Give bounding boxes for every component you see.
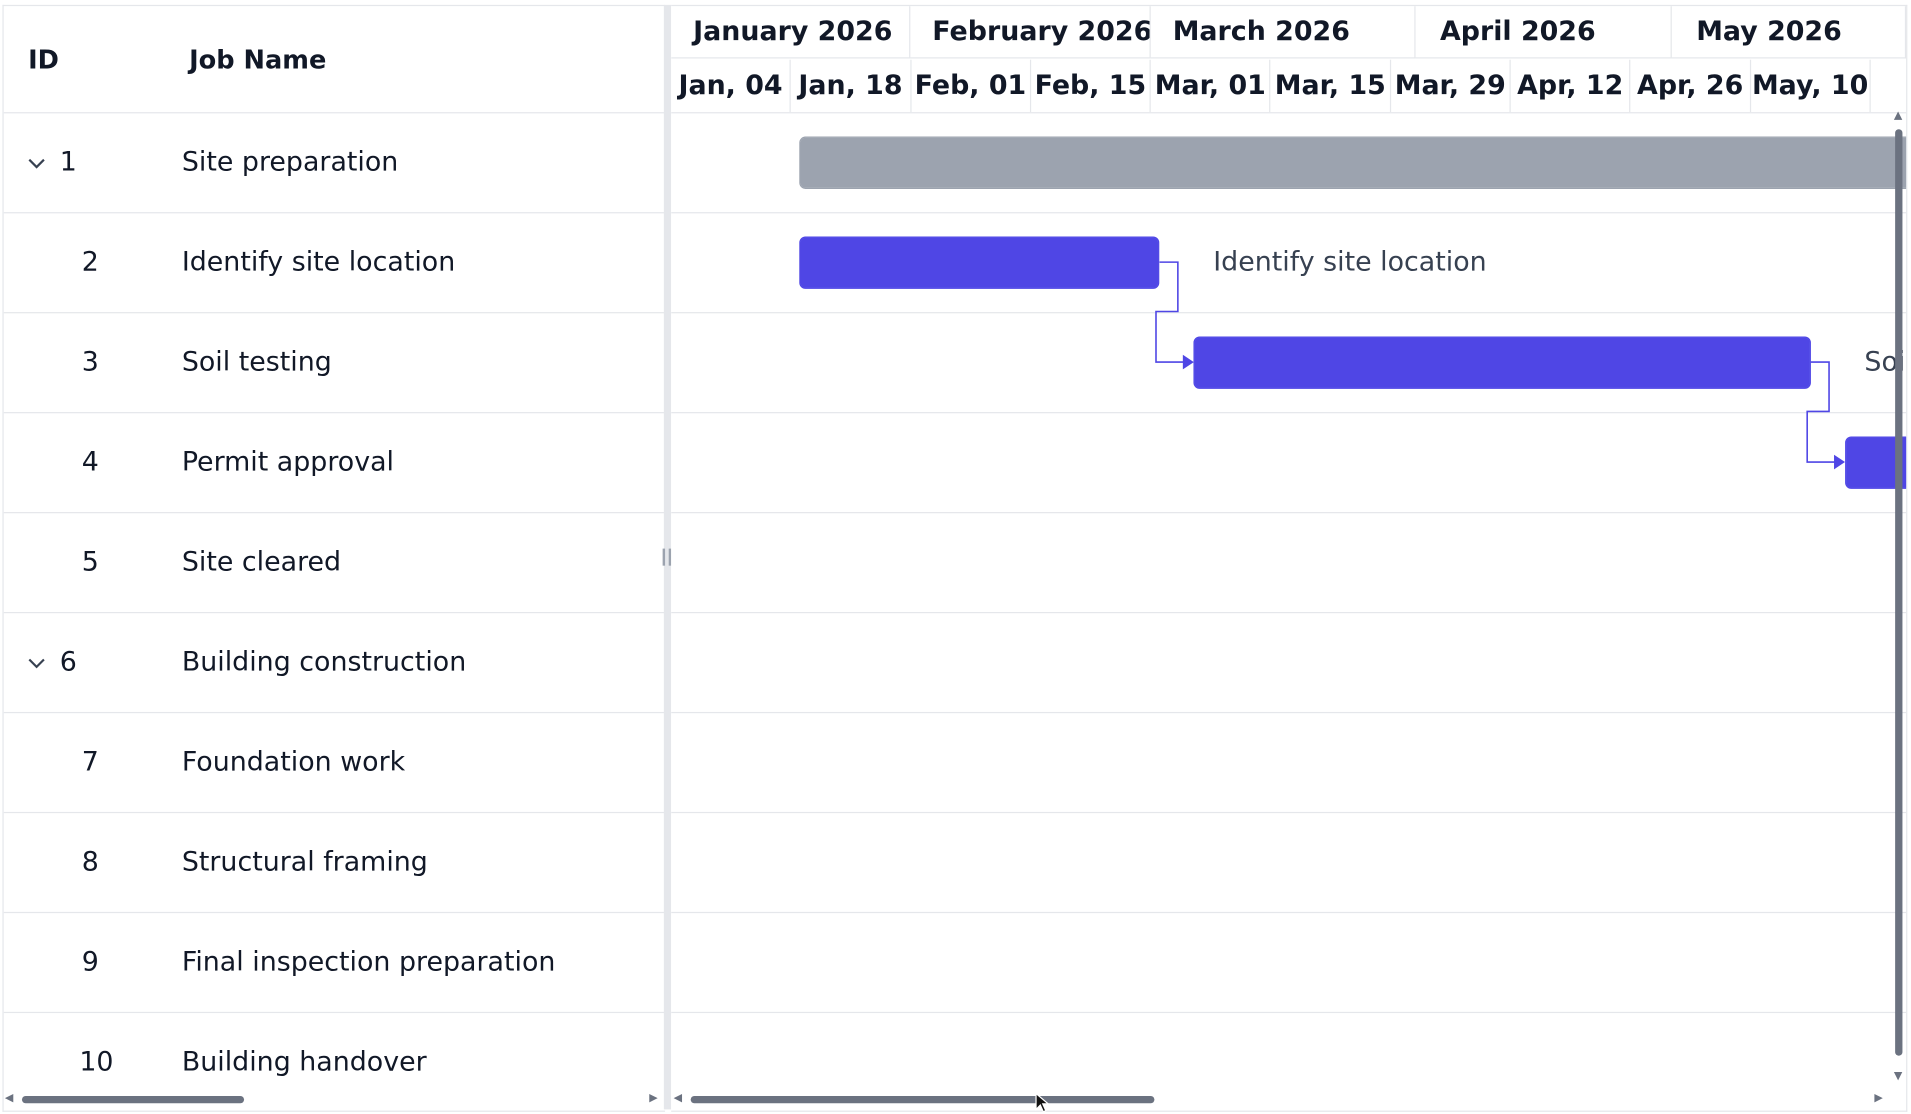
column-header-id[interactable]: ID [28, 6, 59, 112]
cell-id: 5 [82, 513, 99, 612]
cell-job-name: Final inspection preparation [182, 913, 556, 1012]
grid-scroll-left-icon[interactable]: ◀ [5, 1092, 13, 1104]
timeline-month: February 2026 [910, 6, 1150, 58]
timeline-week: Mar, 01 [1151, 60, 1271, 112]
cell-id: 6 [60, 613, 77, 712]
chart-row-divider [671, 312, 1906, 313]
grid-row[interactable]: 9 Final inspection preparation [4, 913, 665, 1013]
cell-job-name: Building construction [182, 613, 466, 712]
timeline-week: Mar, 15 [1271, 60, 1391, 112]
chart-horizontal-scrollbar[interactable]: ◀ ▶ [674, 1092, 1889, 1107]
bar-progress [801, 137, 1907, 187]
cell-job-name: Identify site location [182, 213, 455, 312]
chart-vertical-scrollbar[interactable]: ▲ ▼ [1893, 117, 1905, 1083]
timeline-month: April 2026 [1416, 6, 1672, 58]
cell-id: 9 [82, 913, 99, 1012]
timeline-week: Apr, 26 [1631, 60, 1751, 112]
timeline-week: Jan, 18 [791, 60, 911, 112]
task-grid: ID Job Name 1 Site preparation 2 Identify s… [2, 5, 665, 1112]
cell-job-name: Site preparation [182, 113, 399, 212]
grid-row[interactable]: 5 Site cleared [4, 513, 665, 613]
timeline-week: Jan, 04 [671, 60, 791, 112]
chart-scroll-right-icon[interactable]: ▶ [1874, 1092, 1882, 1104]
timeline-week: Apr, 12 [1511, 60, 1631, 112]
grid-row[interactable]: 6 Building construction [4, 613, 665, 713]
grid-scroll-right-icon[interactable]: ▶ [649, 1092, 657, 1104]
timeline-month: May 2026 [1672, 6, 1906, 58]
bar-progress [801, 237, 1158, 287]
grid-horizontal-scroll-thumb[interactable] [22, 1096, 244, 1103]
cell-job-name: Foundation work [182, 713, 405, 812]
cell-id: 4 [82, 413, 99, 512]
chart-row-divider [671, 412, 1906, 413]
cell-id: 7 [82, 713, 99, 812]
chart-scroll-left-icon[interactable]: ◀ [674, 1092, 682, 1104]
mouse-cursor-icon [1035, 1092, 1052, 1114]
gantt-app: ID Job Name 1 Site preparation 2 Identify s… [0, 0, 1911, 1113]
cell-job-name: Soil testing [182, 313, 332, 412]
grid-row[interactable]: 1 Site preparation [4, 113, 665, 213]
timeline-month: January 2026 [671, 6, 910, 58]
scroll-up-icon[interactable]: ▲ [1894, 110, 1902, 122]
cell-id: 3 [82, 313, 99, 412]
grid-header: ID Job Name [4, 6, 665, 113]
timeline-week: Feb, 15 [1031, 60, 1151, 112]
chart-row-divider [671, 512, 1906, 513]
grid-row[interactable]: 8 Structural framing [4, 813, 665, 913]
chart-row-divider [671, 1012, 1906, 1013]
grid-row[interactable]: 3 Soil testing [4, 313, 665, 413]
timeline-week: M [1871, 60, 1908, 112]
grid-row[interactable]: 4 Permit approval [4, 413, 665, 513]
chart-horizontal-scroll-thumb[interactable] [691, 1096, 1155, 1103]
dependency-arrow-icon [1834, 455, 1845, 470]
chart-row-divider [671, 912, 1906, 913]
timeline-header: January 2026February 2026March 2026April… [671, 6, 1906, 113]
bar-progress [1195, 337, 1809, 387]
task-bar-label: Identify site location [1213, 236, 1486, 288]
grid-horizontal-scrollbar[interactable]: ◀ ▶ [5, 1092, 662, 1107]
cell-job-name: Structural framing [182, 813, 428, 912]
timeline-month: March 2026 [1151, 6, 1416, 58]
chart-row-divider [671, 712, 1906, 713]
chevron-down-icon[interactable] [26, 613, 48, 712]
timeline-week: May, 10 [1751, 60, 1871, 112]
cell-id: 8 [82, 813, 99, 912]
cell-id: 2 [82, 213, 99, 312]
timeline-week: Feb, 01 [911, 60, 1031, 112]
chart-row-divider [671, 612, 1906, 613]
grid-row[interactable]: 2 Identify site location [4, 213, 665, 313]
chevron-down-icon[interactable] [26, 113, 48, 212]
cell-job-name: Permit approval [182, 413, 394, 512]
scroll-down-icon[interactable]: ▼ [1894, 1070, 1902, 1082]
grid-row[interactable]: 7 Foundation work [4, 713, 665, 813]
column-header-job-name[interactable]: Job Name [189, 6, 326, 112]
timeline-week: Mar, 29 [1391, 60, 1511, 112]
cell-job-name: Site cleared [182, 513, 341, 612]
dependency-arrow-icon [1183, 355, 1194, 370]
chart-row-divider [671, 212, 1906, 213]
task-bar[interactable] [800, 236, 1160, 288]
summary-bar[interactable] [800, 136, 1908, 188]
gantt-chart: January 2026February 2026March 2026April… [671, 5, 1907, 1112]
task-bar[interactable] [1194, 336, 1811, 388]
cell-id: 1 [60, 113, 77, 212]
chart-row-divider [671, 812, 1906, 813]
vertical-scroll-thumb[interactable] [1895, 129, 1902, 1056]
